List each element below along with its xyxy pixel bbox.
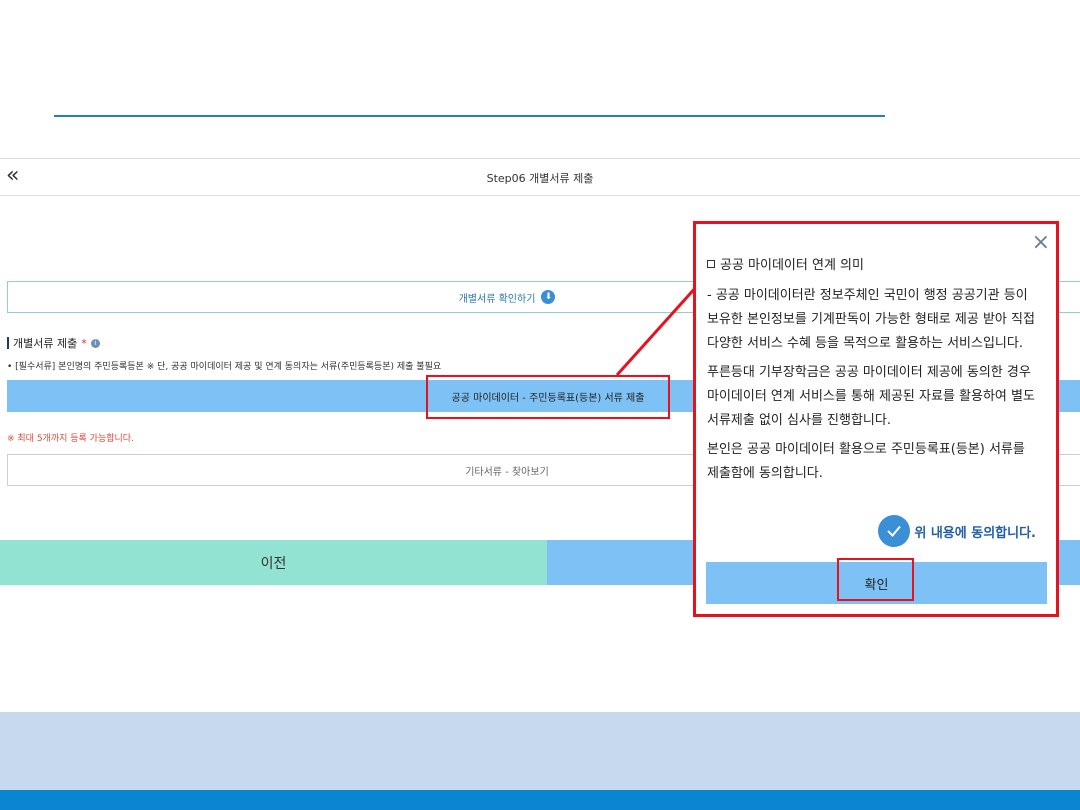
- highlight-box-confirm: [837, 558, 914, 601]
- page-title: Step06 개별서류 제출: [486, 172, 594, 185]
- top-divider: [54, 115, 885, 117]
- download-icon: ⬇: [541, 290, 556, 304]
- required-docs-notice: • [필수서류] 본인명의 주민등록등본 ※ 단, 공공 마이데이터 제공 및 …: [7, 362, 442, 372]
- footer-bar: [0, 790, 1080, 810]
- square-bullet-icon: [707, 259, 715, 268]
- section-title-text: 개별서류 제출: [13, 337, 78, 350]
- modal-paragraph: 푸른등대 기부장학금은 공공 마이데이터 제공에 동의한 경우 마이데이터 연계…: [707, 365, 1035, 428]
- max-files-note: ※ 최대 5개까지 등록 가능합니다.: [7, 434, 134, 444]
- required-mark: *: [81, 336, 87, 350]
- step-header: « Step06 개별서류 제출: [0, 158, 1080, 196]
- section-heading: 개별서류 제출 * i: [7, 335, 100, 351]
- highlight-box-submit: [426, 375, 670, 419]
- check-icon: [878, 515, 911, 547]
- info-icon[interactable]: i: [90, 338, 100, 348]
- modal-heading: 공공 마이데이터 연계 의미: [707, 254, 864, 273]
- close-icon[interactable]: ×: [1032, 232, 1050, 254]
- footer-band: [0, 712, 1080, 790]
- check-documents-label: 개별서류 확인하기: [458, 293, 536, 305]
- agree-checkbox[interactable]: 위 내용에 동의합니다.: [878, 515, 1036, 547]
- modal-body: - 공공 마이데이터란 정보주체인 국민이 행정 공공기관 등이 보유한 본인정…: [707, 284, 1046, 491]
- modal-paragraph: 본인은 공공 마이데이터 활용으로 주민등록표(등본) 서류를 제출함에 동의합…: [707, 442, 1025, 481]
- prev-button[interactable]: 이전: [0, 540, 547, 585]
- agree-label: 위 내용에 동의합니다.: [914, 525, 1036, 541]
- modal-heading-text: 공공 마이데이터 연계 의미: [720, 258, 864, 273]
- modal-paragraph: - 공공 마이데이터란 정보주체인 국민이 행정 공공기관 등이 보유한 본인정…: [707, 288, 1035, 351]
- section-bar: [7, 337, 9, 349]
